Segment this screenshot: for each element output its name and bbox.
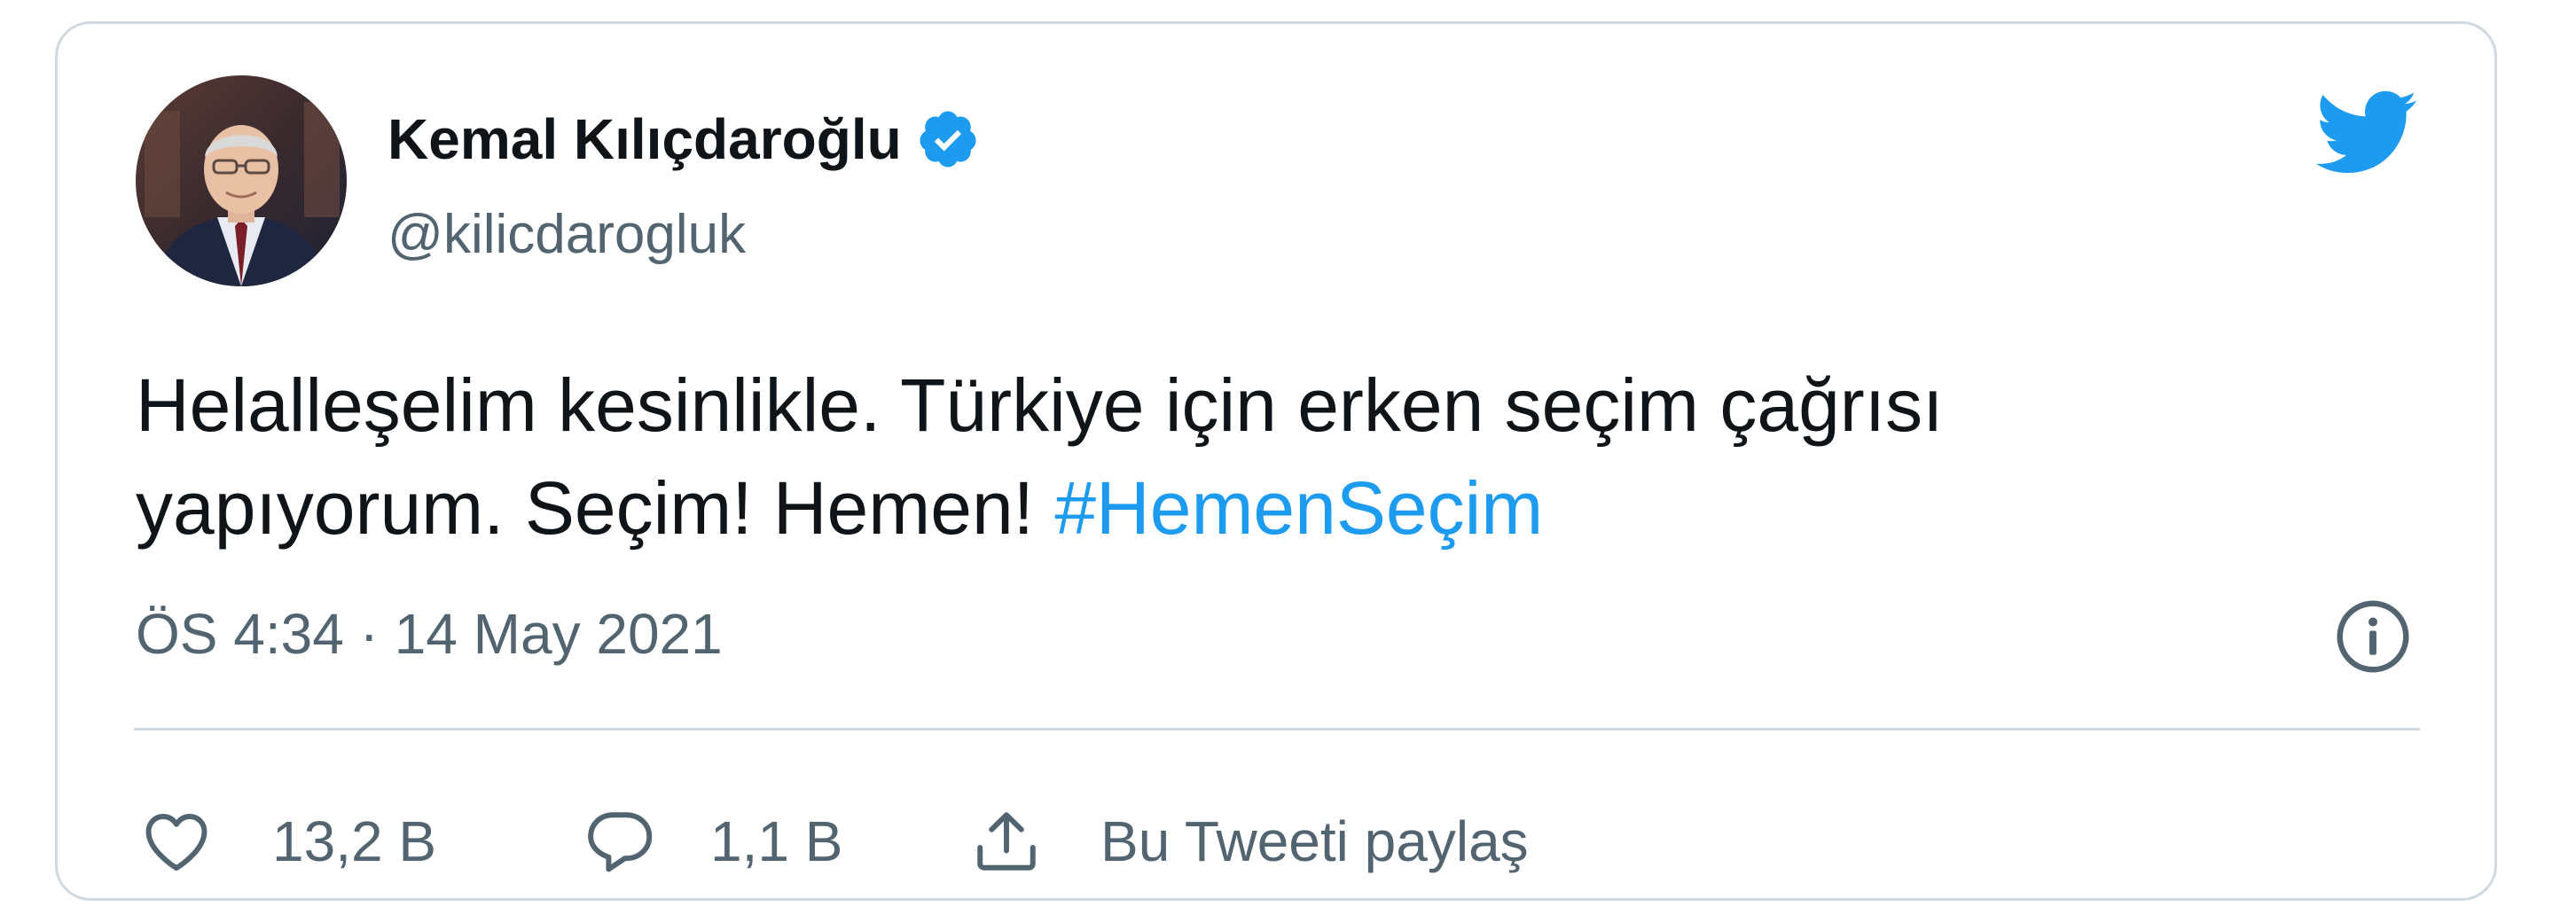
twitter-bird-icon[interactable] [2312, 88, 2418, 176]
tweet-card[interactable]: Kemal Kılıçdaroğlu @kilicdarogluk Helall… [55, 21, 2497, 901]
tweet-text-line-1: Helalleşelim kesinlikle. Türkiye için er… [136, 363, 1944, 447]
share-upload-icon [969, 804, 1044, 879]
tweet-text-line-2: yapıyorum. Seçim! Hemen! #HemenSeçim [136, 457, 2441, 559]
like-button[interactable]: 13,2 B [139, 797, 436, 886]
author-name-row[interactable]: Kemal Kılıçdaroğlu [388, 105, 980, 173]
reply-count: 1,1 B [710, 809, 843, 873]
avatar-photo [136, 75, 347, 286]
heart-icon [139, 804, 214, 879]
info-icon[interactable] [2335, 598, 2411, 675]
hashtag-link[interactable]: #HemenSeçim [1054, 466, 1543, 550]
divider [134, 728, 2420, 731]
share-label: Bu Tweeti paylaş [1100, 809, 1529, 873]
speech-bubble-icon [583, 804, 657, 879]
like-count: 13,2 B [272, 809, 437, 873]
verified-badge-icon [916, 107, 980, 171]
share-button[interactable]: Bu Tweeti paylaş [969, 797, 1529, 886]
user-handle[interactable]: @kilicdarogluk [388, 201, 746, 269]
tweet-time[interactable]: ÖS 4:34 [136, 602, 344, 666]
tweet-timestamp[interactable]: ÖS 4:34 · 14 May 2021 [136, 598, 723, 669]
avatar[interactable] [136, 75, 347, 286]
tweet-date[interactable]: 14 May 2021 [395, 602, 723, 666]
meta-separator: · [359, 602, 379, 666]
tweet-text-line-2-body: yapıyorum. Seçim! Hemen! [136, 466, 1055, 550]
tweet-text: Helalleşelim kesinlikle. Türkiye için er… [136, 354, 2441, 559]
reply-button[interactable]: 1,1 B [583, 797, 842, 886]
display-name[interactable]: Kemal Kılıçdaroğlu [388, 105, 902, 173]
